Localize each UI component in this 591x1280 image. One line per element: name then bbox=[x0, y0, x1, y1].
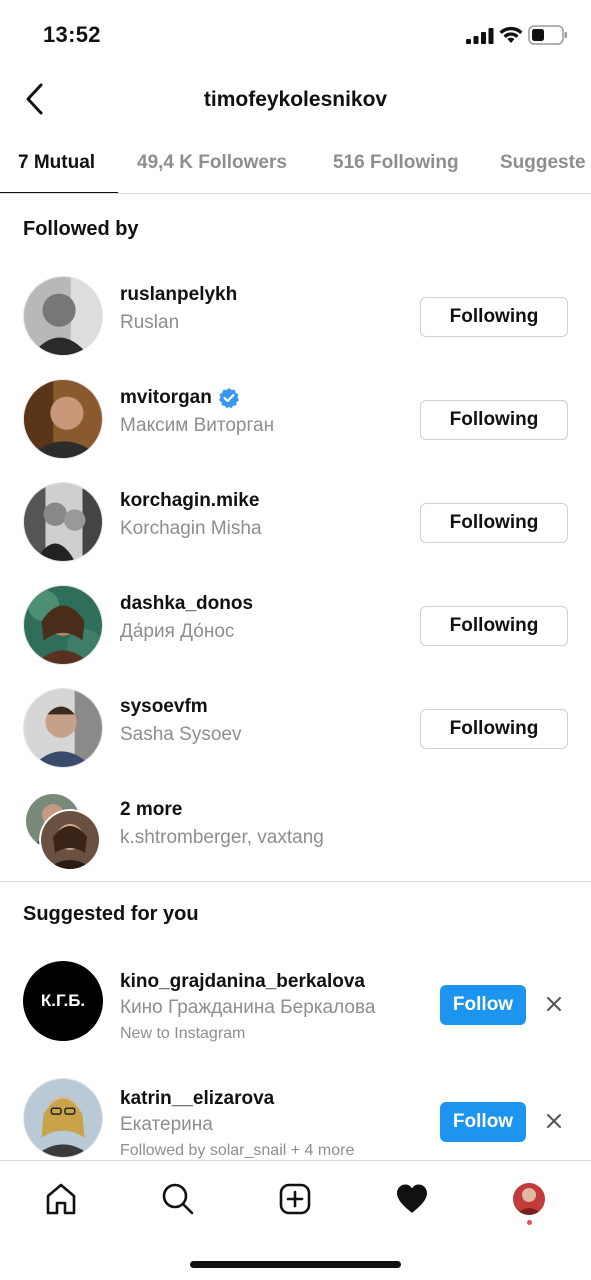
tab-mutual[interactable]: 7 Mutual bbox=[18, 152, 95, 174]
status-bar: 13:52 bbox=[0, 0, 591, 70]
avatar[interactable] bbox=[23, 379, 103, 459]
close-icon bbox=[547, 997, 561, 1011]
cellular-signal-icon bbox=[466, 28, 494, 44]
tab-new-post[interactable] bbox=[275, 1179, 315, 1219]
tab-home[interactable] bbox=[41, 1179, 81, 1219]
profile-avatar bbox=[513, 1183, 545, 1215]
username[interactable]: katrin__elizarova bbox=[120, 1088, 274, 1110]
dismiss-button[interactable] bbox=[541, 1108, 567, 1134]
new-post-icon bbox=[279, 1183, 311, 1215]
following-button[interactable]: Following bbox=[420, 297, 568, 337]
verified-badge-icon bbox=[218, 388, 239, 409]
avatar bbox=[39, 809, 101, 871]
wifi-icon bbox=[499, 26, 523, 43]
username[interactable]: ruslanpelykh bbox=[120, 284, 237, 306]
avatar[interactable] bbox=[23, 688, 103, 768]
more-names: k.shtromberger, vaxtang bbox=[120, 827, 324, 848]
header: timofeykolesnikov bbox=[0, 70, 591, 130]
username[interactable]: dashka_donos bbox=[120, 593, 253, 615]
page-title: timofeykolesnikov bbox=[203, 88, 388, 111]
suggestion-reason: New to Instagram bbox=[120, 1025, 246, 1042]
following-button[interactable]: Following bbox=[420, 709, 568, 749]
follow-button[interactable]: Follow bbox=[440, 1102, 526, 1142]
tab-following[interactable]: 516 Following bbox=[333, 152, 459, 174]
list-item[interactable]: mvitorgan Максим Виторган Following bbox=[0, 373, 591, 463]
username[interactable]: korchagin.mike bbox=[120, 490, 259, 512]
status-time: 13:52 bbox=[43, 22, 101, 47]
avatar[interactable] bbox=[23, 1078, 103, 1158]
following-button[interactable]: Following bbox=[420, 503, 568, 543]
full-name: Кино Гражданина Беркалова bbox=[120, 997, 376, 1018]
follow-button[interactable]: Follow bbox=[440, 985, 526, 1025]
tab-followers[interactable]: 49,4 K Followers bbox=[137, 152, 287, 174]
active-tab-indicator bbox=[0, 192, 118, 193]
full-name: Да́рия До́нос bbox=[120, 621, 235, 642]
tab-search[interactable] bbox=[158, 1179, 198, 1219]
notification-dot bbox=[527, 1220, 532, 1225]
heart-icon bbox=[397, 1184, 427, 1213]
username[interactable]: kino_grajdanina_berkalova bbox=[120, 971, 365, 993]
close-icon bbox=[547, 1114, 561, 1128]
suggested-item[interactable]: К.Г.Б. kino_grajdanina_berkalova Кино Гр… bbox=[0, 961, 591, 1065]
full-name: Максим Виторган bbox=[120, 415, 275, 436]
tab-suggested[interactable]: Suggeste bbox=[500, 152, 586, 174]
full-name: Ruslan bbox=[120, 312, 180, 333]
list-item[interactable]: ruslanpelykh Ruslan Following bbox=[0, 270, 591, 360]
username[interactable]: sysoevfm bbox=[120, 696, 208, 718]
avatar[interactable] bbox=[23, 276, 103, 356]
username[interactable]: mvitorgan bbox=[120, 387, 212, 409]
section-title-followed-by: Followed by bbox=[23, 218, 139, 240]
following-button[interactable]: Following bbox=[420, 606, 568, 646]
more-mutuals-row[interactable]: 2 more k.shtromberger, vaxtang bbox=[0, 785, 591, 875]
list-item[interactable]: sysoevfm Sasha Sysoev Following bbox=[0, 682, 591, 772]
following-button[interactable]: Following bbox=[420, 400, 568, 440]
section-title-suggested: Suggested for you bbox=[23, 903, 199, 925]
tab-profile[interactable] bbox=[509, 1179, 549, 1219]
suggestion-reason: Followed by solar_snail + 4 more bbox=[120, 1142, 355, 1159]
full-name: Екатерина bbox=[120, 1114, 213, 1135]
avatar[interactable] bbox=[23, 482, 103, 562]
stacked-avatars bbox=[25, 793, 105, 873]
avatar[interactable]: К.Г.Б. bbox=[23, 961, 103, 1041]
home-indicator bbox=[190, 1261, 401, 1268]
list-item[interactable]: dashka_donos Да́рия До́нос Following bbox=[0, 579, 591, 669]
username-row[interactable]: mvitorgan bbox=[120, 387, 240, 409]
search-icon bbox=[162, 1183, 194, 1215]
home-icon bbox=[46, 1183, 76, 1215]
battery-icon bbox=[528, 25, 567, 45]
list-item[interactable]: korchagin.mike Korchagin Misha Following bbox=[0, 476, 591, 566]
section-divider bbox=[0, 881, 591, 882]
more-count[interactable]: 2 more bbox=[120, 799, 182, 821]
full-name: Korchagin Misha bbox=[120, 518, 262, 539]
tab-activity[interactable] bbox=[392, 1179, 432, 1219]
dismiss-button[interactable] bbox=[541, 991, 567, 1017]
tab-bar-top: 7 Mutual 49,4 K Followers 516 Following … bbox=[0, 138, 591, 194]
full-name: Sasha Sysoev bbox=[120, 724, 242, 745]
avatar[interactable] bbox=[23, 585, 103, 665]
